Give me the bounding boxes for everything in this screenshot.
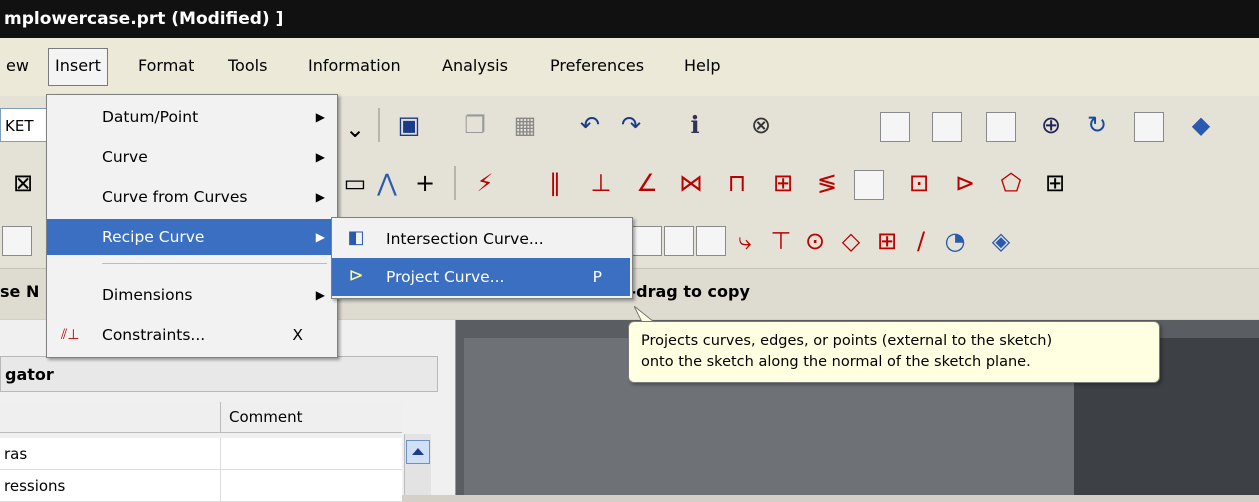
menu-item-curve-from-curves[interactable]: Curve from Curves ▶ bbox=[47, 179, 335, 215]
submenu-arrow-icon: ▶ bbox=[315, 110, 325, 124]
list-item-label: ressions bbox=[4, 477, 66, 495]
zoom-icon[interactable]: ⊕ bbox=[1036, 110, 1066, 140]
intersection-curve-icon: ◧ bbox=[347, 227, 365, 248]
tooltip-line-1: Projects curves, edges, or points (exter… bbox=[641, 333, 1053, 349]
sketch-name-combo[interactable]: KET bbox=[0, 108, 50, 142]
column-header-comment[interactable]: Comment bbox=[220, 402, 402, 432]
offset-icon[interactable]: ⬠ bbox=[996, 168, 1026, 198]
menu-item-datum-point[interactable]: Datum/Point ▶ bbox=[47, 99, 335, 135]
list-item-label: ras bbox=[4, 445, 28, 463]
list-item[interactable]: ressions bbox=[0, 470, 402, 502]
tooltip: Projects curves, edges, or points (exter… bbox=[628, 321, 1160, 383]
menu-information[interactable]: Information bbox=[302, 48, 407, 84]
menu-separator bbox=[102, 263, 327, 264]
zoom-window-icon[interactable] bbox=[932, 112, 962, 142]
navigator-title: gator bbox=[0, 356, 438, 392]
rectangle-icon[interactable]: ▭ bbox=[340, 168, 370, 198]
chevron-down-icon[interactable]: ⌄ bbox=[340, 114, 370, 144]
shaded-view-icon[interactable]: ◆ bbox=[1186, 110, 1216, 140]
menu-bar: ew Insert Format Tools Information Analy… bbox=[0, 38, 1259, 97]
info-icon[interactable]: ℹ bbox=[680, 110, 710, 140]
pan-icon[interactable] bbox=[1134, 112, 1164, 142]
submenu-arrow-icon: ▶ bbox=[315, 190, 325, 204]
angle-constraint-icon[interactable]: ∠ bbox=[632, 168, 662, 198]
show-constraints-icon[interactable]: ⋈ bbox=[676, 168, 706, 198]
cue-line: s-drag to copy bbox=[620, 282, 750, 301]
recipe-curve-submenu: ◧ Intersection Curve... ⊳ Project Curve.… bbox=[331, 217, 633, 299]
shortcut-label: X bbox=[292, 326, 303, 344]
shortcut-label: P bbox=[592, 268, 602, 286]
menu-insert[interactable]: Insert bbox=[48, 48, 108, 86]
toolbar-separator bbox=[378, 108, 380, 142]
paste-icon[interactable]: ▦ bbox=[510, 110, 540, 140]
grid-icon[interactable]: ⊞ bbox=[1040, 168, 1070, 198]
animate-icon[interactable]: ≶ bbox=[812, 168, 842, 198]
constraints-icon: ⫽⊥ bbox=[61, 327, 80, 343]
save-icon[interactable]: ▣ bbox=[394, 110, 424, 140]
rotate-icon[interactable]: ↻ bbox=[1082, 110, 1112, 140]
navigator-header: Comment bbox=[0, 402, 402, 433]
menu-format[interactable]: Format bbox=[132, 48, 200, 84]
parallel-constraint-icon[interactable]: ∥ bbox=[540, 168, 570, 198]
status-line: se N bbox=[0, 282, 40, 301]
menu-item-curve[interactable]: Curve ▶ bbox=[47, 139, 335, 175]
point-icon[interactable]: + bbox=[410, 168, 440, 198]
menu-help[interactable]: Help bbox=[678, 48, 726, 84]
menu-item-intersection-curve[interactable]: ◧ Intersection Curve... bbox=[332, 220, 630, 258]
quadrant-icon[interactable]: ◇ bbox=[836, 226, 866, 256]
menu-view[interactable]: ew bbox=[0, 48, 35, 84]
copy-icon[interactable]: ❐ bbox=[460, 110, 490, 140]
quick-trim-icon[interactable]: ⚡ bbox=[470, 168, 500, 198]
list-item[interactable]: ras bbox=[0, 438, 402, 470]
sketch-plane-icon[interactable]: ⊠ bbox=[8, 168, 38, 198]
view-orientation-icon[interactable]: ◈ bbox=[986, 226, 1016, 256]
submenu-arrow-icon: ▶ bbox=[315, 150, 325, 164]
submenu-arrow-icon: ▶ bbox=[315, 288, 325, 302]
menu-preferences[interactable]: Preferences bbox=[544, 48, 650, 84]
selection-filter-icon[interactable] bbox=[2, 226, 32, 256]
studio-spline-icon[interactable]: ⋀ bbox=[372, 168, 402, 198]
binoculars-icon[interactable]: ⊗ bbox=[746, 110, 776, 140]
intersection-point-icon[interactable]: ⊤ bbox=[766, 226, 796, 256]
mid-point-icon[interactable] bbox=[696, 226, 726, 256]
menu-item-project-curve[interactable]: ⊳ Project Curve... P bbox=[332, 258, 630, 296]
alternate-solution-icon[interactable]: ⊞ bbox=[768, 168, 798, 198]
associative-point-icon[interactable]: ⊡ bbox=[904, 168, 934, 198]
snap-point-icon[interactable] bbox=[632, 226, 662, 256]
menu-item-dimensions[interactable]: Dimensions ▶ bbox=[47, 277, 335, 313]
point-on-curve-icon[interactable]: ∕ bbox=[906, 226, 936, 256]
infer-constraints-icon[interactable] bbox=[854, 170, 884, 200]
undo-icon[interactable]: ↶ bbox=[575, 110, 605, 140]
perpendicular-icon[interactable]: ⊥ bbox=[586, 168, 616, 198]
window-title: mplowercase.prt (Modified) ] bbox=[0, 0, 1259, 38]
arc-center-icon[interactable]: ⊙ bbox=[800, 226, 830, 256]
existing-point-icon[interactable]: ⊞ bbox=[872, 226, 902, 256]
tooltip-line-2: onto the sketch along the normal of the … bbox=[641, 354, 1031, 370]
menu-item-recipe-curve[interactable]: Recipe Curve ▶ bbox=[47, 219, 335, 255]
zoom-area-icon[interactable] bbox=[986, 112, 1016, 142]
insert-menu: Datum/Point ▶ Curve ▶ Curve from Curves ▶ R… bbox=[46, 94, 338, 358]
tangent-icon[interactable]: ⤷ bbox=[730, 226, 760, 256]
menu-item-constraints[interactable]: ⫽⊥ Constraints... X bbox=[47, 317, 335, 353]
point-on-surface-icon[interactable]: ◔ bbox=[940, 226, 970, 256]
project-icon[interactable]: ⊳ bbox=[950, 168, 980, 198]
dimension-icon[interactable]: ⊓ bbox=[722, 168, 752, 198]
menu-tools[interactable]: Tools bbox=[222, 48, 273, 84]
menu-analysis[interactable]: Analysis bbox=[436, 48, 514, 84]
submenu-arrow-icon: ▶ bbox=[315, 230, 325, 244]
project-curve-icon: ⊳ bbox=[348, 265, 364, 286]
scroll-up-button[interactable] bbox=[406, 440, 430, 464]
toolbar-separator bbox=[454, 166, 456, 200]
redo-icon[interactable]: ↷ bbox=[616, 110, 646, 140]
fit-view-icon[interactable] bbox=[880, 112, 910, 142]
chevron-up-icon bbox=[412, 448, 424, 455]
end-point-icon[interactable] bbox=[664, 226, 694, 256]
